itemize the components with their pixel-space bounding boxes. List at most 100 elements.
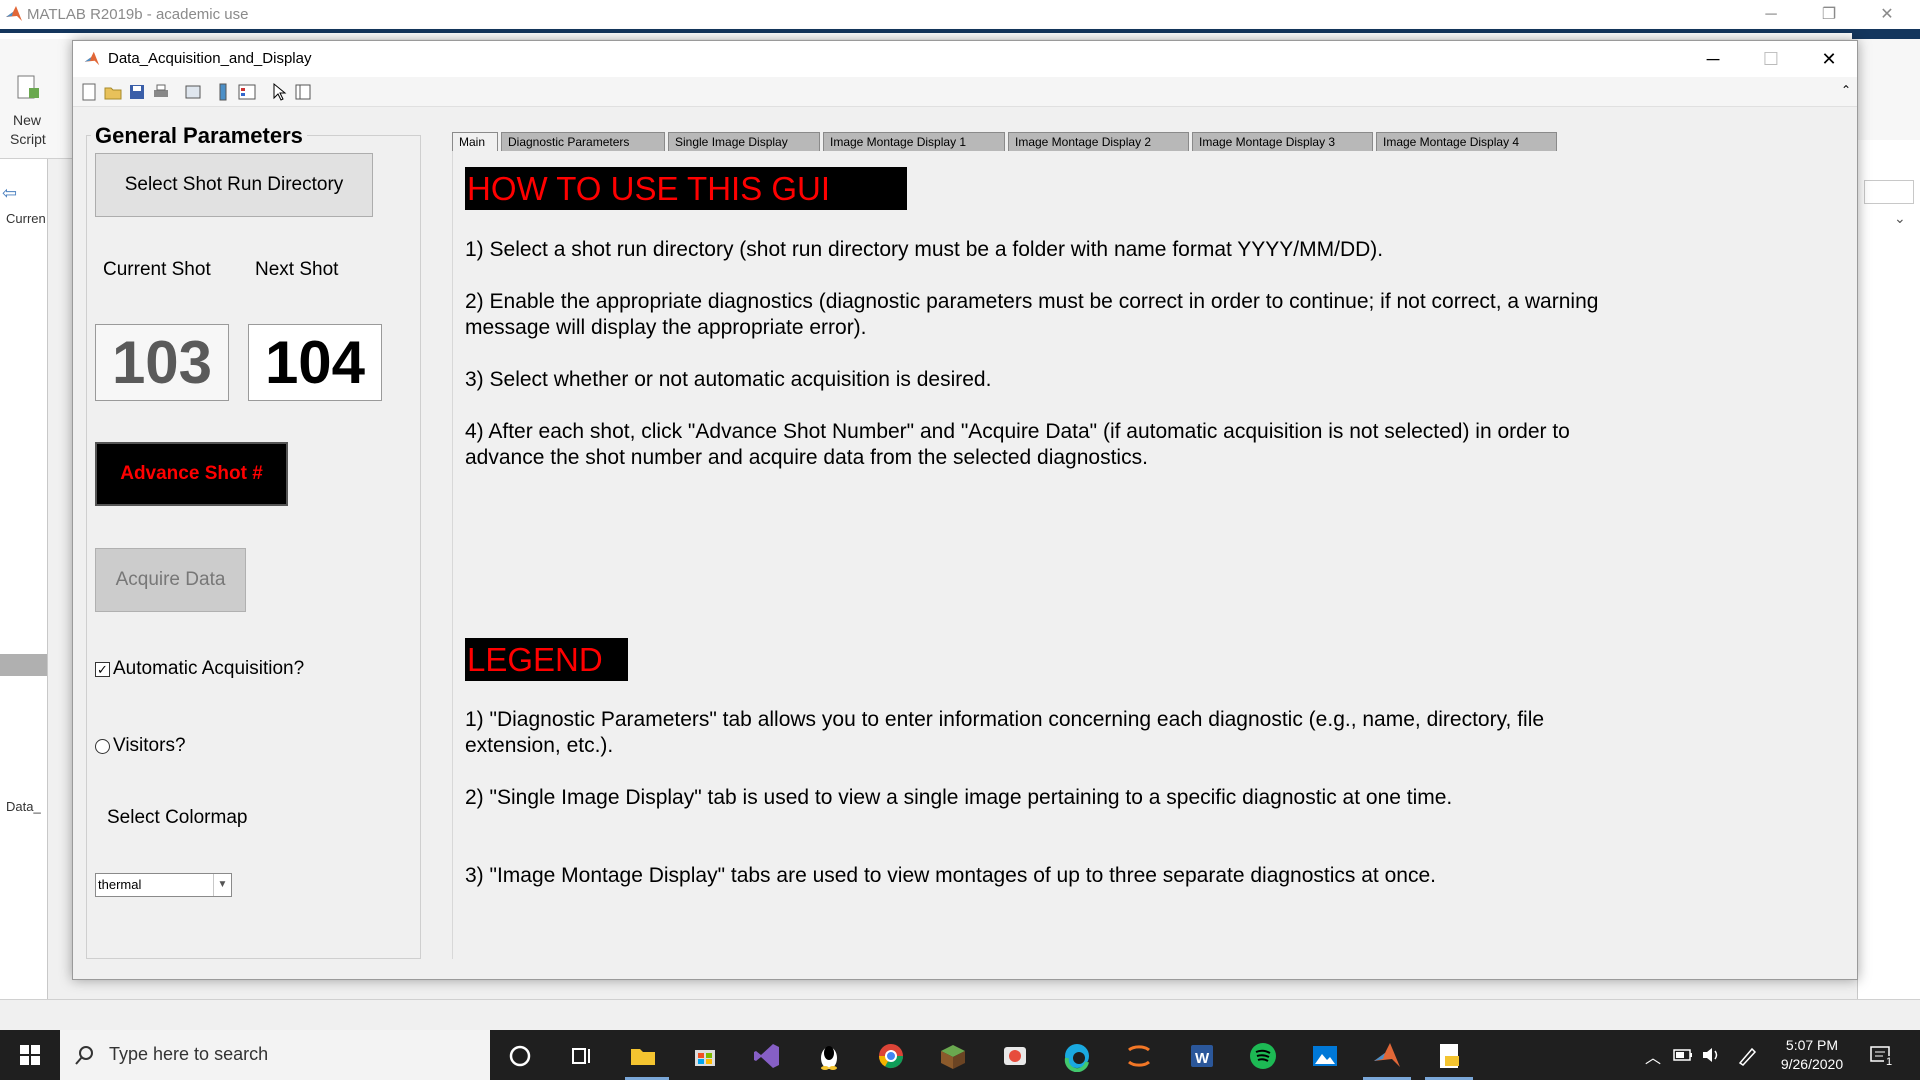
tray-time: 5:07 PM bbox=[1785, 1037, 1839, 1053]
search-placeholder: Type here to search bbox=[109, 1044, 269, 1064]
legend-item-1: 1) "Diagnostic Parameters" tab allows yo… bbox=[465, 708, 1545, 757]
main-tab-content bbox=[452, 151, 1852, 959]
matlab-ribbon-bar bbox=[0, 29, 1920, 39]
file-explorer-icon[interactable] bbox=[627, 1040, 659, 1072]
advance-shot-button[interactable]: Advance Shot # bbox=[95, 442, 288, 506]
next-shot-label: Next Shot bbox=[255, 259, 339, 280]
automatic-acquisition-checkbox-row[interactable]: ✓ Automatic Acquisition? bbox=[95, 658, 304, 680]
matlab-window-title: MATLAB R2019b - academic use bbox=[27, 6, 249, 23]
new-script-icon[interactable] bbox=[12, 73, 42, 103]
tab-image-montage-display-3[interactable]: Image Montage Display 3 bbox=[1192, 132, 1373, 151]
media-app-icon[interactable] bbox=[999, 1040, 1031, 1072]
visual-studio-icon[interactable] bbox=[751, 1040, 783, 1072]
figure-minimize-button[interactable]: ─ bbox=[1684, 41, 1742, 77]
word-icon[interactable]: W bbox=[1185, 1040, 1217, 1072]
visitors-radio-row[interactable]: Visitors? bbox=[95, 735, 186, 757]
print-icon[interactable] bbox=[151, 82, 171, 102]
battery-icon[interactable] bbox=[1672, 1046, 1694, 1064]
tab-image-montage-display-1[interactable]: Image Montage Display 1 bbox=[823, 132, 1005, 151]
matlab-left-pane: ⇦ Curren Data_ bbox=[0, 159, 48, 999]
toolbar-overflow-icon[interactable]: ⌃ bbox=[1841, 83, 1851, 97]
matlab-close-button[interactable]: ✕ bbox=[1858, 0, 1916, 29]
link-plot-icon[interactable] bbox=[183, 82, 203, 102]
script-label: Script bbox=[10, 131, 46, 147]
cortana-icon[interactable] bbox=[504, 1040, 536, 1072]
pointer-icon[interactable] bbox=[269, 82, 289, 102]
photos-icon[interactable] bbox=[1309, 1040, 1341, 1072]
windows-start-icon[interactable] bbox=[0, 1030, 60, 1080]
colormap-dropdown[interactable]: thermal ▼ bbox=[95, 873, 232, 897]
tab-main[interactable]: Main bbox=[452, 132, 498, 151]
current-shot-display: 103 bbox=[95, 324, 229, 401]
pen-workspace-icon[interactable] bbox=[1736, 1043, 1760, 1067]
edge-icon[interactable] bbox=[1061, 1040, 1093, 1072]
figure-titlebar: Data_Acquisition_and_Display ─ ☐ ✕ bbox=[73, 41, 1857, 77]
legend-icon[interactable] bbox=[237, 82, 257, 102]
tab-diagnostic-parameters[interactable]: Diagnostic Parameters bbox=[501, 132, 665, 151]
figure-toolbar: ⌃ bbox=[73, 77, 1857, 107]
colormap-selected-value: thermal bbox=[98, 877, 142, 892]
visitors-radio[interactable] bbox=[95, 738, 110, 754]
windows-taskbar: Type here to search W ︿ 5:07 PM 9/26/202… bbox=[0, 1030, 1920, 1080]
visitors-label: Visitors? bbox=[113, 735, 186, 756]
howto-step-4: 4) After each shot, click "Advance Shot … bbox=[465, 420, 1570, 469]
matlab-restore-button[interactable]: ❐ bbox=[1800, 0, 1858, 29]
matlab-right-pane: ⌄ bbox=[1857, 140, 1920, 1000]
tab-bar: Main Diagnostic Parameters Single Image … bbox=[452, 132, 1560, 151]
spotify-icon[interactable] bbox=[1247, 1040, 1279, 1072]
linux-tux-icon[interactable] bbox=[813, 1040, 845, 1072]
tab-image-montage-display-4[interactable]: Image Montage Display 4 bbox=[1376, 132, 1557, 151]
open-file-icon[interactable] bbox=[103, 82, 123, 102]
volume-icon[interactable] bbox=[1700, 1044, 1722, 1066]
taskbar-search-box[interactable]: Type here to search bbox=[60, 1030, 490, 1080]
workspace-tab-label[interactable]: Data_ bbox=[6, 799, 41, 814]
colorbar-icon[interactable] bbox=[213, 82, 233, 102]
figure-title: Data_Acquisition_and_Display bbox=[108, 50, 312, 67]
task-view-icon[interactable] bbox=[565, 1040, 597, 1072]
matlab-minimize-button[interactable]: ─ bbox=[1742, 0, 1800, 29]
new-figure-icon[interactable] bbox=[79, 82, 99, 102]
save-icon[interactable] bbox=[127, 82, 147, 102]
jupyter-icon[interactable] bbox=[1123, 1040, 1155, 1072]
chrome-icon[interactable] bbox=[875, 1040, 907, 1072]
matlab-logo-icon bbox=[6, 6, 22, 21]
tray-clock[interactable]: 5:07 PM 9/26/2020 bbox=[1772, 1036, 1852, 1074]
tab-single-image-display[interactable]: Single Image Display bbox=[668, 132, 820, 151]
matlab-titlebar: MATLAB R2019b - academic use ─ ❐ ✕ bbox=[0, 0, 1920, 29]
pdf-file-icon[interactable] bbox=[1433, 1040, 1465, 1072]
figure-window: Data_Acquisition_and_Display ─ ☐ ✕ ⌃ Gen… bbox=[72, 40, 1858, 980]
figure-maximize-button[interactable]: ☐ bbox=[1742, 41, 1800, 77]
tray-date: 9/26/2020 bbox=[1780, 1056, 1844, 1072]
microsoft-store-icon[interactable] bbox=[689, 1040, 721, 1072]
automatic-acquisition-label: Automatic Acquisition? bbox=[113, 658, 305, 679]
next-shot-field[interactable]: 104 bbox=[248, 324, 382, 401]
matlab-taskbar-icon[interactable] bbox=[1371, 1040, 1403, 1072]
property-inspector-icon[interactable] bbox=[293, 82, 313, 102]
chevron-down-icon[interactable]: ⌄ bbox=[1894, 210, 1906, 227]
matlab-status-bar bbox=[0, 999, 1920, 1030]
search-dropdown[interactable] bbox=[1864, 180, 1914, 204]
select-colormap-label: Select Colormap bbox=[107, 807, 248, 828]
figure-close-button[interactable]: ✕ bbox=[1800, 41, 1858, 77]
chevron-down-icon[interactable]: ▼ bbox=[213, 874, 231, 896]
tab-image-montage-display-2[interactable]: Image Montage Display 2 bbox=[1008, 132, 1189, 151]
automatic-acquisition-checkbox[interactable]: ✓ bbox=[95, 661, 110, 677]
new-label: New bbox=[13, 112, 42, 128]
howto-step-1: 1) Select a shot run directory (shot run… bbox=[465, 238, 1384, 261]
howto-step-2: 2) Enable the appropriate diagnostics (d… bbox=[465, 290, 1599, 339]
tray-chevron-up-icon[interactable]: ︿ bbox=[1645, 1044, 1661, 1068]
search-icon bbox=[75, 1046, 93, 1065]
howto-step-3: 3) Select whether or not automatic acqui… bbox=[465, 368, 992, 391]
scrollbar-thumb[interactable] bbox=[0, 654, 47, 676]
matlab-logo-icon bbox=[84, 51, 100, 66]
current-folder-label: Curren bbox=[6, 211, 46, 226]
select-shot-run-directory-button[interactable]: Select Shot Run Directory bbox=[95, 153, 373, 217]
acquire-data-button[interactable]: Acquire Data bbox=[95, 548, 246, 612]
minecraft-icon[interactable] bbox=[937, 1040, 969, 1072]
current-shot-label: Current Shot bbox=[103, 259, 211, 280]
how-to-use-heading: HOW TO USE THIS GUI bbox=[465, 167, 907, 210]
legend-item-2: 2) "Single Image Display" tab is used to… bbox=[465, 786, 1453, 809]
back-arrow-icon[interactable]: ⇦ bbox=[2, 183, 17, 204]
legend-item-3: 3) "Image Montage Display" tabs are used… bbox=[465, 864, 1436, 887]
legend-heading: LEGEND bbox=[465, 638, 628, 681]
